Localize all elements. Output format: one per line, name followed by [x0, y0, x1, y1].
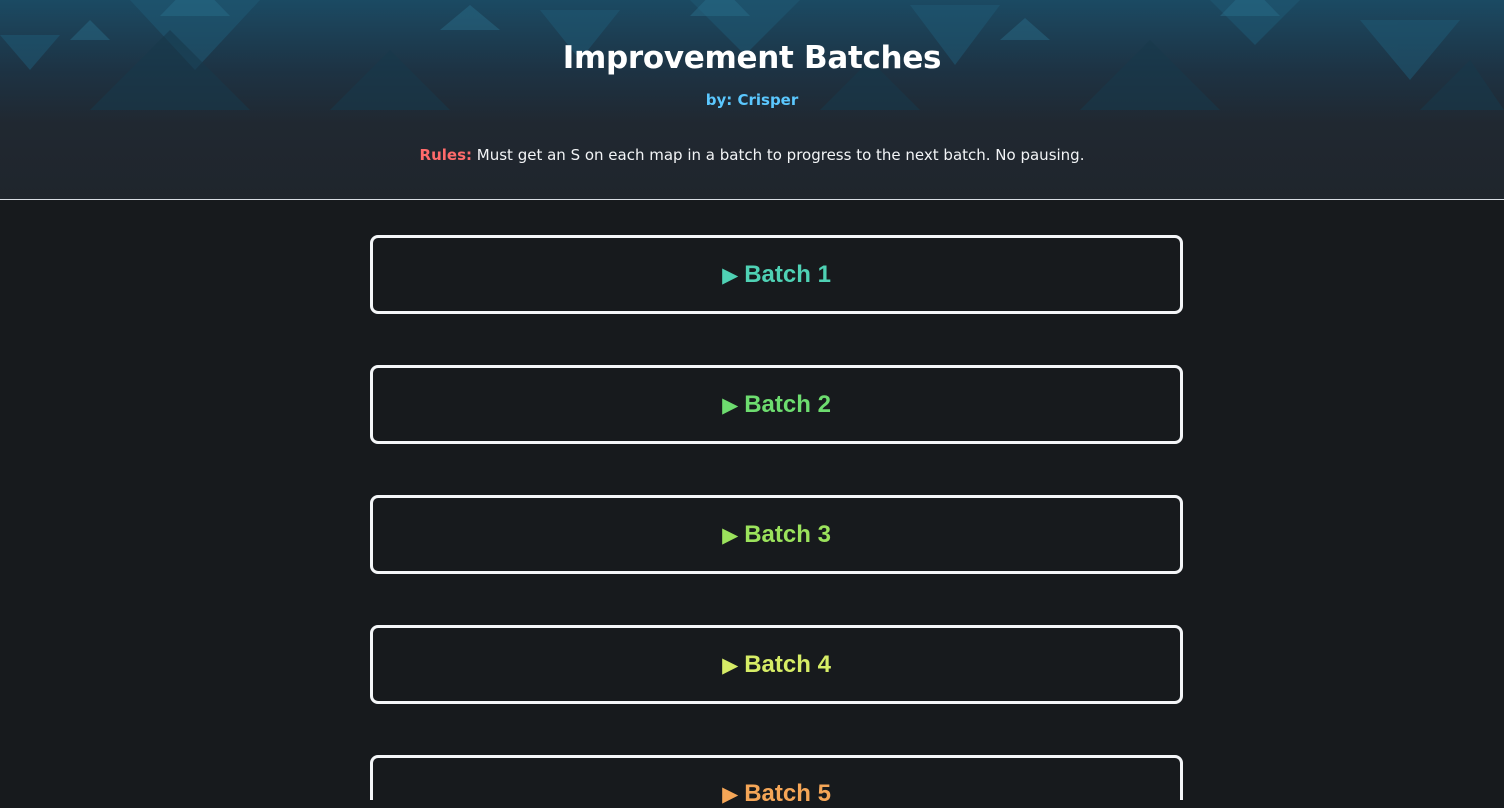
- page-header: Improvement Batches by: Crisper Rules: M…: [0, 0, 1504, 200]
- batch-5-label: ▶ Batch 5: [722, 780, 831, 807]
- author-byline: by: Crisper: [705, 91, 799, 109]
- batch-2-toggle[interactable]: ▶ Batch 2: [370, 365, 1183, 444]
- batch-4-label: ▶ Batch 4: [722, 650, 831, 678]
- rules-label: Rules:: [419, 146, 473, 164]
- expand-arrow-icon: ▶: [722, 392, 739, 417]
- expand-arrow-icon: ▶: [722, 262, 739, 287]
- rules-text: Rules: Must get an S on each map in a ba…: [0, 146, 1504, 164]
- batch-4-toggle[interactable]: ▶ Batch 4: [370, 625, 1183, 704]
- rules-description: Must get an S on each map in a batch to …: [472, 146, 1085, 164]
- batch-1-label: ▶ Batch 1: [722, 260, 831, 288]
- expand-arrow-icon: ▶: [722, 522, 739, 547]
- batch-3-toggle[interactable]: ▶ Batch 3: [370, 495, 1183, 574]
- expand-arrow-icon: ▶: [722, 782, 739, 806]
- batch-3-label: ▶ Batch 3: [722, 520, 831, 548]
- batch-1-toggle[interactable]: ▶ Batch 1: [370, 235, 1183, 314]
- batch-5-toggle[interactable]: ▶ Batch 5: [370, 755, 1183, 807]
- page-title: Improvement Batches: [562, 40, 942, 76]
- batch-2-label: ▶ Batch 2: [722, 390, 831, 418]
- expand-arrow-icon: ▶: [722, 652, 739, 677]
